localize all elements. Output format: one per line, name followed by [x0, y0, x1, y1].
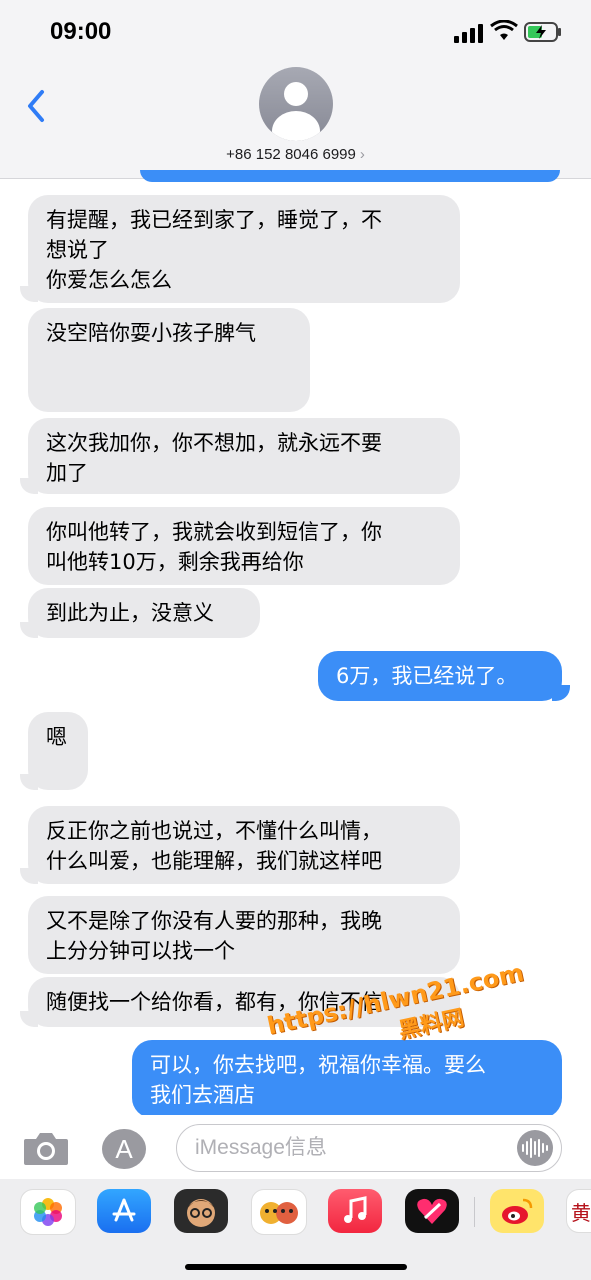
memoji-icon[interactable] [174, 1189, 228, 1233]
bubble-tail [20, 1011, 38, 1027]
cellular-signal-icon [454, 24, 483, 43]
contact-name[interactable]: +86 152 8046 6999 › [0, 146, 591, 163]
app-store-button[interactable]: A [102, 1129, 146, 1169]
message-bubble-incoming[interactable]: 到此为止，没意义 [28, 588, 260, 638]
drawer-divider [474, 1197, 475, 1227]
animoji-icon[interactable] [251, 1189, 307, 1235]
bubble-tail [20, 622, 38, 638]
status-bar: 09:00 [0, 0, 591, 62]
compose-bar: A iMessage信息 [0, 1115, 591, 1179]
bubble-tail [20, 774, 38, 790]
app-store-icon[interactable] [97, 1189, 151, 1233]
music-icon[interactable] [328, 1189, 382, 1233]
bubble-tail [552, 685, 570, 701]
app-store-icon: A [115, 1134, 133, 1164]
bubble-tail [20, 868, 38, 884]
back-chevron-icon[interactable] [22, 86, 50, 126]
message-bubble-outgoing[interactable]: 6万，我已经说了。 [318, 651, 562, 701]
partial-app-label: 黄 [571, 1202, 591, 1225]
message-bubble-incoming[interactable]: 有提醒，我已经到家了，睡觉了，不 想说了 你爱怎么怎么 [28, 195, 460, 303]
conversation-header: +86 152 8046 6999 › [0, 62, 591, 179]
message-bubble-incoming[interactable]: 反正你之前也说过，不懂什么叫情， 什么叫爱，也能理解，我们就这样吧 [28, 806, 460, 884]
camera-icon[interactable] [22, 1131, 70, 1167]
partial-app-icon[interactable]: 黄 [566, 1189, 591, 1233]
photos-icon[interactable] [20, 1189, 76, 1235]
contact-avatar[interactable] [259, 67, 333, 141]
wifi-icon [490, 20, 518, 40]
contact-number: +86 152 8046 6999 [226, 146, 356, 163]
message-bubble-incoming[interactable]: 这次我加你，你不想加，就永远不要 加了 [28, 418, 460, 494]
message-bubble-incoming[interactable]: 没空陪你耍小孩子脾气 [28, 308, 310, 412]
message-bubble-incoming[interactable]: 你叫他转了，我就会收到短信了，你 叫他转10万，剩余我再给你 [28, 507, 460, 585]
message-input-placeholder: iMessage信息 [195, 1136, 327, 1159]
person-body-icon [272, 111, 320, 141]
chevron-right-icon: › [359, 146, 365, 163]
audio-message-icon[interactable] [517, 1130, 553, 1166]
message-bubble-incoming[interactable]: 又不是除了你没有人要的那种，我晚 上分分钟可以找一个 [28, 896, 460, 974]
message-input[interactable]: iMessage信息 [176, 1124, 562, 1172]
digital-touch-icon[interactable] [405, 1189, 459, 1233]
status-time: 09:00 [50, 18, 112, 45]
person-head-icon [284, 82, 308, 106]
home-indicator[interactable] [185, 1264, 407, 1270]
weibo-icon[interactable] [490, 1189, 544, 1233]
battery-charging-icon [524, 22, 561, 42]
bubble-tail [20, 478, 38, 494]
bubble-tail [20, 286, 38, 302]
previous-outgoing-bubble [140, 170, 560, 182]
